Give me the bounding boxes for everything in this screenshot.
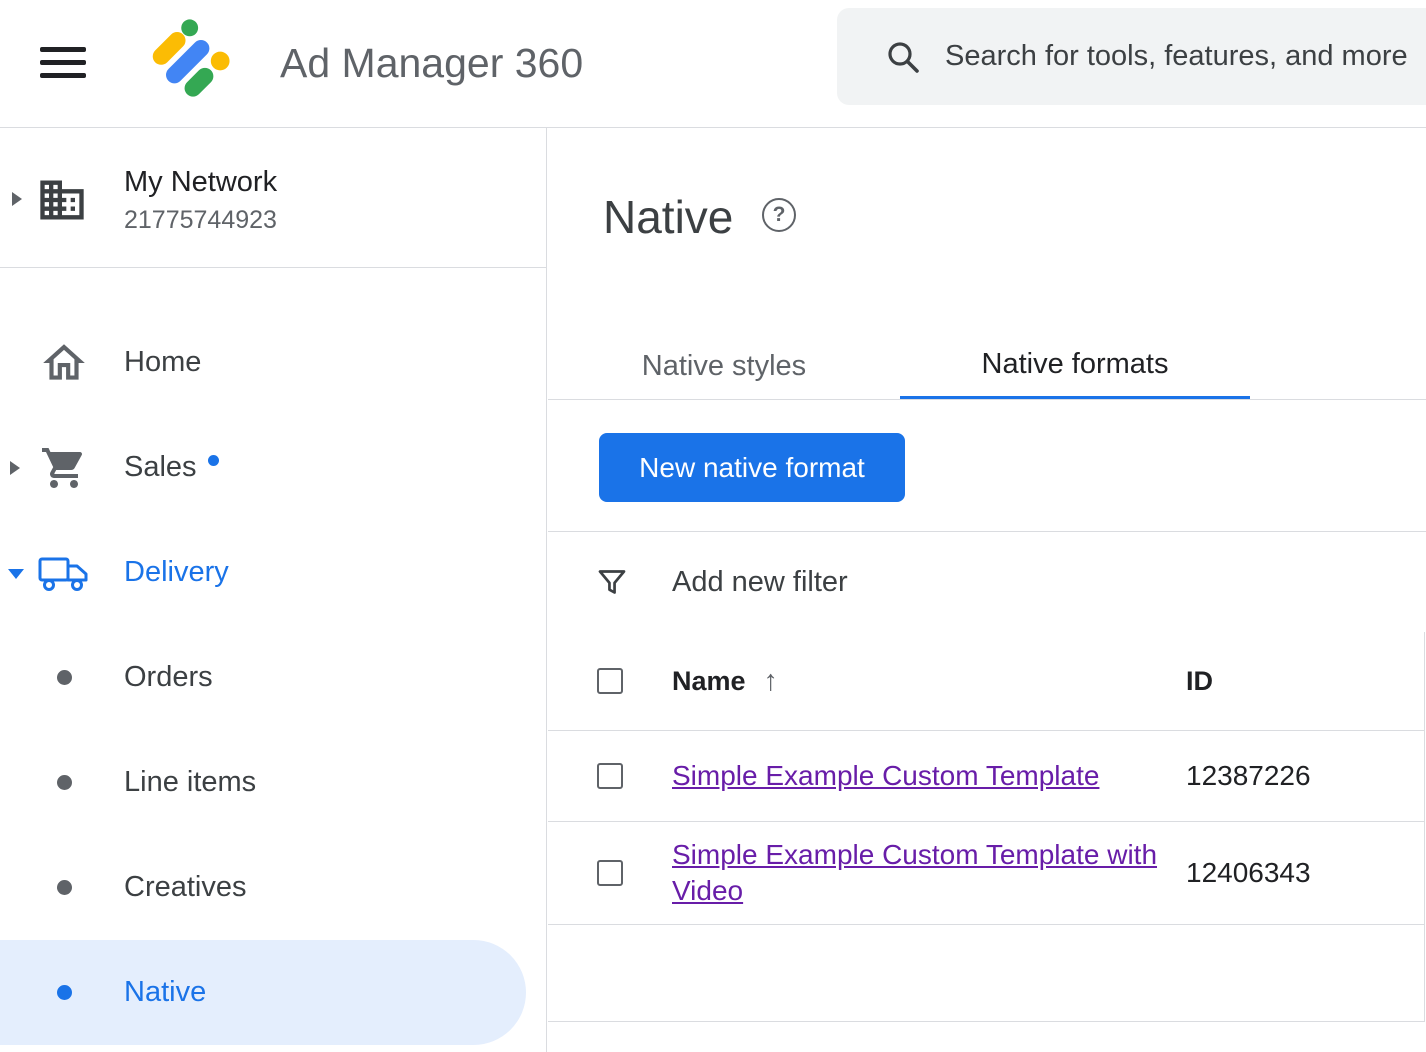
column-header-id: ID [1186,666,1213,697]
native-formats-table: Name ↑ ID Simple Example Custom Template… [548,632,1425,1022]
chevron-right-icon[interactable] [10,461,20,475]
sidebar-item-label: Home [124,310,201,415]
main-content: Native ? Native styles Native formats Ne… [548,128,1426,1052]
tab-native-formats[interactable]: Native formats [900,333,1250,400]
chevron-right-icon[interactable] [12,192,22,206]
native-format-link[interactable]: Simple Example Custom Template with Vide… [672,837,1162,910]
bullet-icon [57,775,72,790]
table-header-row: Name ↑ ID [548,632,1424,731]
row-checkbox[interactable] [597,763,623,789]
top-app-bar: Ad Manager 360 Search for tools, feature… [0,0,1426,128]
search-bar[interactable]: Search for tools, features, and more [837,8,1426,105]
sidebar-item-home[interactable]: Home [0,310,546,415]
network-selector[interactable]: My Network 21775744923 [0,128,546,268]
home-icon [39,338,89,388]
table-row: Simple Example Custom Template 12387226 [548,731,1424,822]
native-format-link[interactable]: Simple Example Custom Template [672,758,1099,794]
table-empty-row [548,925,1424,1022]
sidebar-item-line-items[interactable]: Line items [0,730,546,835]
page-title: Native [603,190,733,244]
chevron-down-icon[interactable] [8,569,24,579]
sidebar-item-label: Delivery [124,520,229,625]
bullet-icon [57,670,72,685]
sidebar-item-label: Orders [124,625,213,730]
ad-manager-logo-icon [148,18,238,108]
sidebar-item-sales[interactable]: Sales [0,415,546,520]
tab-label: Native styles [642,350,806,383]
sidebar-item-label: Sales [124,415,197,520]
network-name: My Network [124,166,277,199]
search-placeholder-text: Search for tools, features, and more [945,40,1408,73]
tabs-divider [548,399,1426,400]
row-id: 12387226 [1186,760,1311,792]
sidebar-item-label: Creatives [124,835,247,940]
select-all-checkbox[interactable] [597,668,623,694]
row-id: 12406343 [1186,857,1311,889]
building-icon [36,174,88,226]
sidebar: My Network 21775744923 Home Sales [0,128,547,1052]
new-native-format-button[interactable]: New native format [599,433,905,502]
tab-label: Native formats [982,348,1169,381]
sidebar-item-orders[interactable]: Orders [0,625,546,730]
add-filter-row[interactable]: Add new filter [548,532,1425,632]
network-id: 21775744923 [124,206,277,235]
column-header-name[interactable]: Name [672,666,746,697]
add-filter-label: Add new filter [672,532,848,632]
help-glyph: ? [773,203,786,227]
sidebar-nav: Home Sales Delivery [0,310,546,1045]
row-checkbox[interactable] [597,860,623,886]
sidebar-item-delivery[interactable]: Delivery [0,520,546,625]
sidebar-item-creatives[interactable]: Creatives [0,835,546,940]
search-icon [885,39,921,75]
notification-dot [208,455,219,466]
selected-item-highlight [0,940,526,1045]
table-row: Simple Example Custom Template with Vide… [548,822,1424,925]
bullet-icon [57,880,72,895]
app-title: Ad Manager 360 [280,0,583,127]
sidebar-item-label: Line items [124,730,256,835]
truck-icon [38,552,90,594]
sidebar-item-native[interactable]: Native [0,940,546,1045]
tab-native-styles[interactable]: Native styles [548,333,900,400]
sort-ascending-icon[interactable]: ↑ [764,665,779,698]
bullet-icon [57,985,72,1000]
filter-funnel-icon [594,564,630,600]
menu-hamburger-icon[interactable] [40,47,86,78]
help-icon[interactable]: ? [762,198,796,232]
cart-icon [40,444,88,492]
sidebar-item-label: Native [124,940,206,1045]
